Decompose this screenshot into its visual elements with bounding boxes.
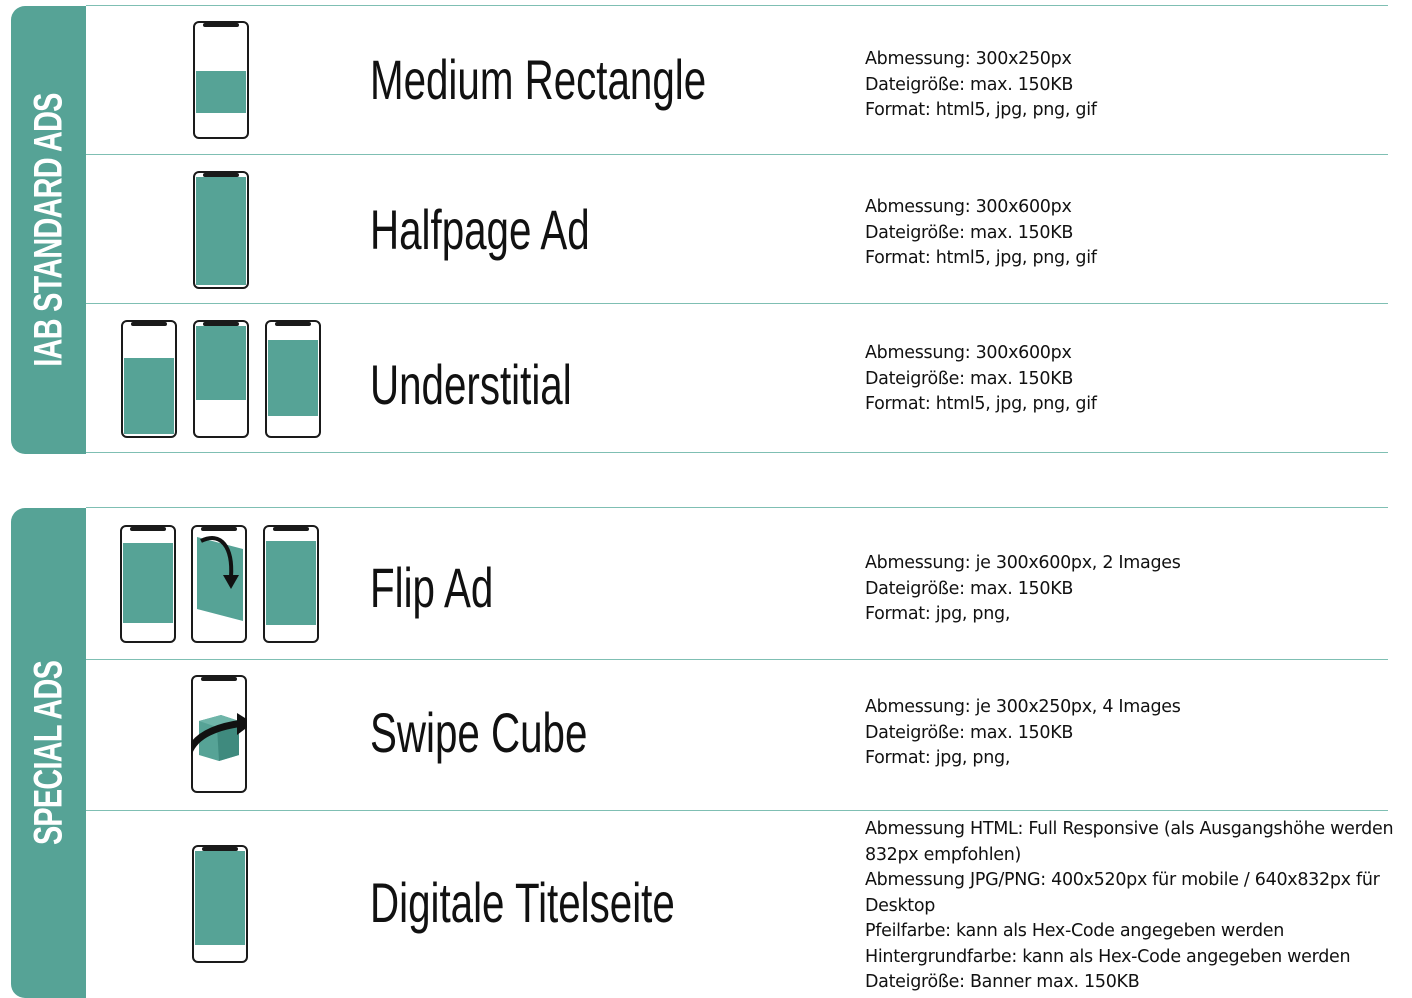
phone-illustration-flip-3 (263, 525, 319, 643)
section-label: SPECIAL ADS (26, 660, 70, 846)
ad-specs: Abmessung: je 300x250px, 4 Images Dateig… (865, 695, 1181, 772)
section-tab-special: SPECIAL ADS (11, 508, 86, 998)
ad-title: Swipe Cube (370, 701, 588, 764)
spec-line: Format: jpg, png, (865, 748, 1011, 768)
divider (86, 507, 1388, 508)
spec-line: Format: html5, jpg, png, gif (865, 248, 1097, 268)
section-label: IAB STANDARD ADS (26, 93, 70, 367)
spec-line: Abmessung HTML: Full Responsive (als Aus… (865, 819, 1394, 839)
phone-illustration-digitale-titelseite (192, 845, 248, 963)
spec-line: Abmessung: 300x600px (865, 197, 1072, 217)
divider (86, 5, 1388, 6)
phone-illustration-flip-2 (191, 525, 247, 643)
spec-line: Dateigröße: Banner max. 150KB (865, 972, 1140, 992)
ad-title: Halfpage Ad (370, 198, 590, 261)
phone-illustration-swipe-cube (191, 675, 247, 793)
phone-illustration-flip-1 (120, 525, 176, 643)
phone-illustration-halfpage (193, 171, 249, 289)
spec-line: Pfeilfarbe: kann als Hex-Code angegeben … (865, 921, 1285, 941)
spec-line: Hintergrundfarbe: kann als Hex-Code ange… (865, 946, 1351, 967)
spec-line: Abmessung: je 300x600px, 2 Images (865, 553, 1181, 573)
spec-line: Abmessung JPG/PNG: 400x520px für mobile … (865, 870, 1380, 890)
divider (86, 154, 1388, 155)
ad-specs: Abmessung: 300x250px Dateigröße: max. 15… (865, 47, 1097, 124)
phone-illustration-understitial-3 (265, 320, 321, 438)
phone-illustration-understitial-1 (121, 320, 177, 438)
phone-illustration-understitial-2 (193, 320, 249, 438)
spec-line: Abmessung: 300x600px (865, 343, 1072, 363)
spec-line: Dateigröße: max. 150KB (865, 368, 1074, 389)
ad-specs: Abmessung: 300x600px Dateigröße: max. 15… (865, 195, 1097, 272)
divider (86, 659, 1388, 660)
spec-line: Format: html5, jpg, png, gif (865, 100, 1097, 120)
divider (86, 303, 1388, 304)
ad-specs: Abmessung: 300x600px Dateigröße: max. 15… (865, 341, 1097, 418)
ad-specs: Abmessung HTML: Full Responsive (als Aus… (865, 817, 1394, 996)
section-tab-iab-standard: IAB STANDARD ADS (11, 6, 86, 454)
spec-line: Dateigröße: max. 150KB (865, 578, 1074, 599)
spec-line: Abmessung: 300x250px (865, 49, 1072, 69)
spec-line: Desktop (865, 895, 936, 916)
spec-line: 832px empfohlen) (865, 844, 1022, 865)
spec-line: Dateigröße: max. 150KB (865, 722, 1074, 743)
divider (86, 452, 1388, 453)
spec-line: Format: jpg, png, (865, 604, 1011, 624)
ad-title: Digitale Titelseite (370, 871, 675, 934)
ad-title: Understitial (370, 353, 572, 416)
spec-line: Dateigröße: max. 150KB (865, 222, 1074, 243)
spec-line: Dateigröße: max. 150KB (865, 74, 1074, 95)
ad-title: Flip Ad (370, 556, 494, 619)
spec-line: Format: html5, jpg, png, gif (865, 394, 1097, 414)
spec-line: Abmessung: je 300x250px, 4 Images (865, 697, 1181, 717)
phone-illustration-medium-rectangle (193, 21, 249, 139)
divider (86, 810, 1388, 811)
ad-title: Medium Rectangle (370, 48, 707, 111)
ad-specs: Abmessung: je 300x600px, 2 Images Dateig… (865, 551, 1181, 628)
